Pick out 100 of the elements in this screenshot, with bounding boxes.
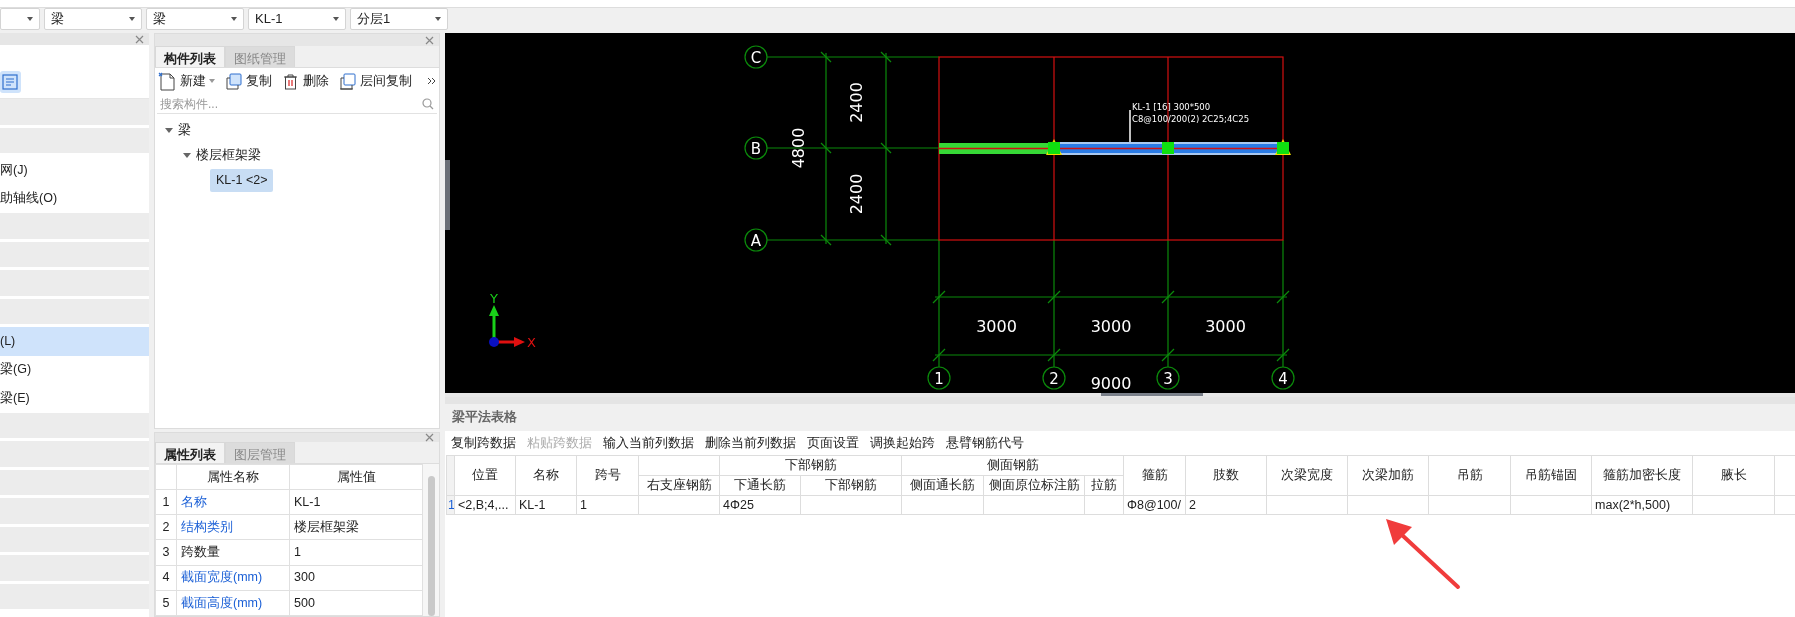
dimension-text: 9000 (1090, 374, 1132, 393)
table-cell[interactable] (1428, 495, 1511, 515)
dimension-text: 3000 (1090, 317, 1132, 336)
support-marker (1162, 142, 1174, 154)
list-group-header[interactable] (0, 298, 149, 327)
beam-annotation: C8@100/200(2) 2C25;4C25 (1132, 114, 1250, 124)
dropdown[interactable]: 分层1 (350, 8, 448, 30)
column-header: 位置 (454, 455, 516, 495)
property-value[interactable]: 500 (289, 590, 423, 616)
column-header: 肢数 (1185, 455, 1267, 495)
table-cell[interactable] (901, 495, 984, 515)
column-group-header: 下部钢筋 (719, 455, 902, 476)
property-name: 截面宽度(mm) (176, 565, 290, 591)
table-cell[interactable] (1084, 495, 1124, 515)
toolbar-button[interactable]: 输入当前列数据 (603, 433, 694, 453)
axis-bubble (1042, 366, 1066, 390)
table-cell[interactable] (1266, 495, 1348, 515)
toolbar-button[interactable]: 调换起始跨 (870, 433, 935, 453)
table-cell[interactable]: 1 (576, 495, 639, 515)
close-icon[interactable] (135, 34, 144, 44)
axis-bubble (927, 366, 951, 390)
dimension-text: 3000 (976, 317, 1017, 336)
list-view-icon[interactable] (0, 71, 21, 93)
table-cell[interactable] (638, 495, 720, 515)
close-icon[interactable] (425, 433, 434, 442)
axis-label: 3 (1163, 369, 1173, 388)
dropdown[interactable]: 梁 (146, 8, 244, 30)
axis-label: C (750, 48, 762, 67)
toolbar-button[interactable]: 层间复制 (338, 71, 412, 91)
row-number: 2 (155, 514, 177, 540)
column-header: 次梁宽度 (1266, 455, 1348, 495)
toolbar-button[interactable]: 复制跨数据 (451, 433, 516, 453)
tree-node[interactable]: 梁 (178, 121, 191, 140)
expand-icon[interactable] (183, 153, 191, 158)
toolbar-button[interactable]: 复制 (224, 71, 272, 91)
caret-icon (435, 17, 441, 21)
column-header: 属性名称 (176, 464, 290, 490)
dropdown[interactable] (0, 8, 40, 30)
toolbar-button[interactable]: 删除 (281, 71, 329, 91)
caret-icon (231, 17, 237, 21)
list-group-header[interactable] (0, 99, 149, 128)
caret-icon (129, 17, 135, 21)
property-name: 名称 (176, 489, 290, 515)
property-value[interactable]: 楼层框架梁 (289, 514, 423, 540)
table-cell[interactable] (1510, 495, 1592, 515)
close-icon[interactable] (425, 35, 434, 45)
expand-icon[interactable] (165, 128, 173, 133)
list-item[interactable]: (L) (0, 327, 149, 356)
table-cell[interactable]: 2 (1185, 495, 1267, 515)
tree-node[interactable]: KL-1 <2> (210, 169, 274, 192)
dropdown[interactable]: KL-1 (248, 8, 346, 30)
tree-node[interactable]: 楼层框架梁 (196, 146, 261, 165)
property-value[interactable]: 300 (289, 565, 423, 591)
table-cell[interactable] (1347, 495, 1429, 515)
table-cell[interactable] (1692, 495, 1775, 515)
row-number: 1 (446, 495, 455, 515)
dimension-text: 2400 (847, 82, 866, 123)
scrollbar-thumb[interactable] (427, 476, 435, 616)
dimension-text: 3000 (1205, 317, 1246, 336)
tab[interactable]: 构件列表 (155, 46, 225, 67)
document-icon (158, 71, 177, 91)
table-cell[interactable] (800, 495, 902, 515)
property-value[interactable]: KL-1 (289, 489, 423, 515)
row-number: 1 (155, 489, 177, 515)
search-icon[interactable] (422, 97, 434, 110)
table-cell[interactable] (983, 495, 1085, 515)
beam-annotation: KL-1 [16] 300*500 (1132, 102, 1211, 112)
axis-bubble (744, 136, 768, 160)
column-header: 属性值 (289, 464, 423, 490)
scrollbar-thumb[interactable] (1101, 393, 1203, 396)
caret-icon (27, 17, 33, 21)
toolbar-button[interactable]: 删除当前列数据 (705, 433, 796, 453)
collapse-handle[interactable] (445, 160, 450, 230)
toolbar-button[interactable]: 新建 (158, 71, 215, 91)
dropdown[interactable]: 梁 (44, 8, 142, 30)
axis-label: B (750, 139, 762, 158)
table-cell[interactable]: Φ8@100/ (1123, 495, 1186, 515)
list-item[interactable]: 助轴线(O) (0, 184, 149, 213)
table-cell[interactable]: KL-1 (515, 495, 577, 515)
column-header: 吊筋 (1428, 455, 1511, 495)
list-item[interactable]: 梁(E) (0, 384, 149, 413)
column-header: 次梁加筋 (1347, 455, 1429, 495)
toolbar-button[interactable]: 页面设置 (807, 433, 859, 453)
caret-icon (333, 17, 339, 21)
table-cell[interactable]: 4Φ25 (719, 495, 801, 515)
list-item[interactable]: 网(J) (0, 156, 149, 185)
column-header: 箍筋 (1123, 455, 1186, 495)
tab[interactable]: 属性列表 (155, 442, 225, 463)
table-cell[interactable]: max(2*h,500) (1591, 495, 1693, 515)
property-name: 跨数量 (176, 539, 290, 566)
axis-letter: X (527, 335, 536, 350)
table-cell[interactable]: <2,B;4,... (454, 495, 516, 515)
property-value[interactable]: 1 (289, 539, 423, 566)
toolbar-button[interactable]: 悬臂钢筋代号 (946, 433, 1024, 453)
axis-label: 4 (1278, 369, 1288, 388)
list-item[interactable]: 梁(G) (0, 355, 149, 384)
column-header: 吊筋锚固 (1510, 455, 1592, 495)
drawing-canvas[interactable]: C B A 1 2 3 4 2400 2400 4800 3000 3000 3000 9000 KL-1 [16] 300*500 C8@100/200(2) 2C25;4C25 Y X (445, 33, 1795, 393)
axis-label: A (750, 231, 762, 250)
dimension-text: 2400 (847, 173, 866, 215)
